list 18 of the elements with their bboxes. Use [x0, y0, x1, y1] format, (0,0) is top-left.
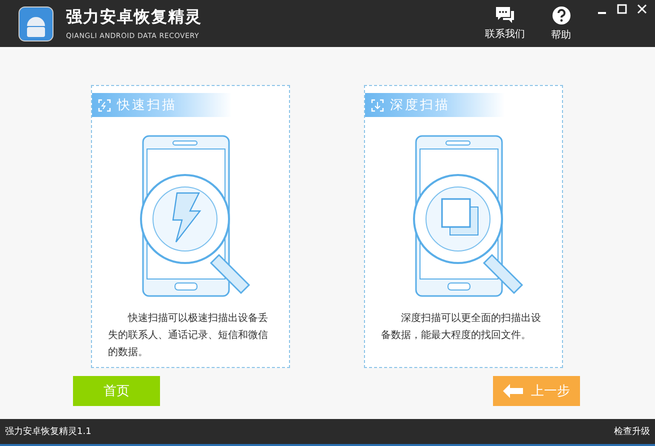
- app-title: 强力安卓恢复精灵: [66, 7, 203, 28]
- mode-title: 快速扫描: [117, 97, 177, 114]
- scan-icon: [371, 98, 384, 112]
- mode-title: 深度扫描: [390, 97, 450, 114]
- close-icon[interactable]: [637, 4, 647, 14]
- mode-description: 快速扫描可以极速扫描出设备丢失的联系人、通话记录、短信和微信的数据。: [108, 312, 269, 360]
- contact-button[interactable]: 联系我们: [485, 6, 525, 41]
- chat-icon: [495, 6, 515, 24]
- maximize-icon[interactable]: [617, 4, 627, 14]
- scan-icon: [98, 98, 111, 112]
- left-arrow-icon: [503, 384, 523, 398]
- scan-mode-card[interactable]: 快速扫描 快速扫描可以极速扫描出设备丢失的联系人、通话记录、短信和微信的数据。: [91, 85, 290, 368]
- check-update-link[interactable]: 检查升级: [614, 425, 650, 438]
- help-button[interactable]: 帮助: [551, 6, 571, 42]
- version-text: 强力安卓恢复精灵1.1: [5, 426, 92, 438]
- scan-mode-card[interactable]: 深度扫描 深度扫描可以更全面的扫描出设备数据，能最大程度的找回文件。: [364, 85, 563, 368]
- mode-description: 深度扫描可以更全面的扫描出设备数据，能最大程度的找回文件。: [381, 312, 542, 343]
- help-icon: [552, 6, 570, 24]
